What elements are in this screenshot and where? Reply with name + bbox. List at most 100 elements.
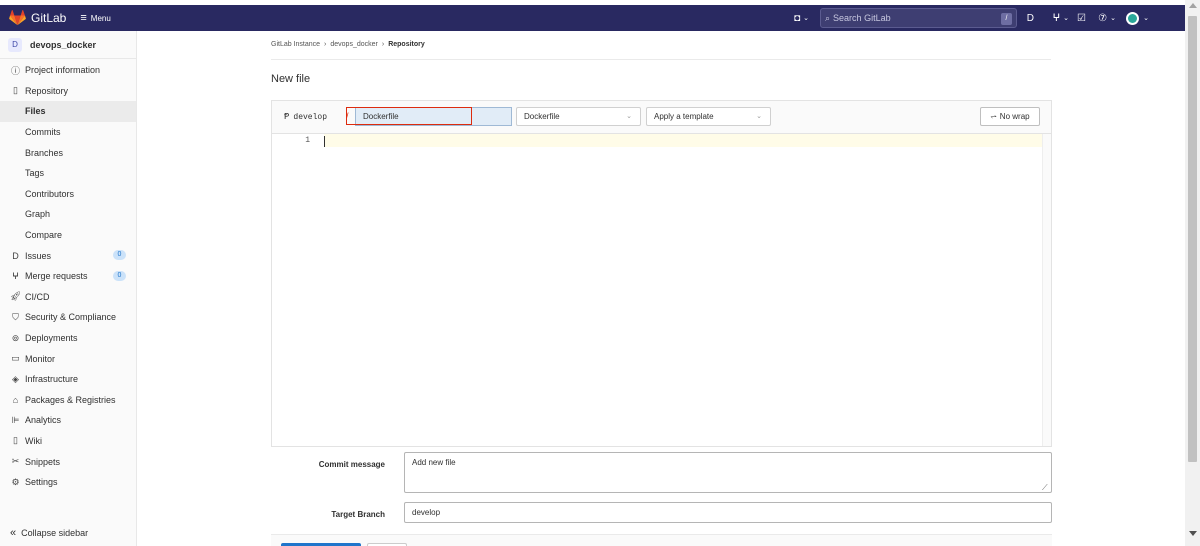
sidebar-item-label: Issues: [25, 250, 52, 261]
sidebar-item-label: Analytics: [25, 415, 62, 426]
sidebar-item-tags[interactable]: Tags: [0, 163, 136, 184]
sidebar-item-files[interactable]: Files: [0, 101, 136, 122]
sidebar-item-label: Tags: [25, 168, 45, 179]
sidebar-item-label: Deployments: [25, 333, 78, 344]
shield-icon: ⛉: [12, 311, 19, 322]
page-scrollbar[interactable]: [1185, 0, 1200, 546]
target-branch-input[interactable]: [404, 502, 1052, 523]
issues-count-badge: 0: [113, 250, 126, 261]
sidebar-item-label: Settings: [25, 477, 58, 488]
editor-scrollbar[interactable]: [1042, 134, 1051, 446]
search-icon: ⌕: [825, 12, 831, 23]
code-editor[interactable]: 1: [271, 133, 1052, 447]
file-type-select[interactable]: Dockerfile ⌄: [516, 107, 641, 126]
sidebar-item-label: Infrastructure: [25, 374, 79, 385]
file-path-group: /: [346, 107, 512, 126]
branch-indicator: Ᵽ develop: [284, 112, 327, 122]
sidebar-item-label: Contributors: [25, 188, 75, 199]
info-icon: ⓘ: [10, 65, 20, 76]
menu-label: Menu: [90, 13, 111, 23]
sidebar-item-security-compliance[interactable]: ⛉ Security & Compliance: [0, 307, 136, 328]
commit-message-field[interactable]: Add new file: [404, 452, 1052, 493]
active-line-highlight: [324, 134, 1042, 147]
no-wrap-label: No wrap: [999, 112, 1030, 121]
text-cursor: [324, 136, 325, 147]
template-select[interactable]: Apply a template ⌄: [646, 107, 771, 126]
sidebar-item-graph[interactable]: Graph: [0, 204, 136, 225]
sidebar-item-label: Snippets: [25, 456, 61, 467]
sidebar-item-issues[interactable]: D Issues 0: [0, 245, 136, 266]
page-title: New file: [271, 73, 311, 85]
sidebar-item-repository[interactable]: ▯ Repository: [0, 81, 136, 102]
help-icon[interactable]: ⑦ ⌄: [1098, 13, 1116, 24]
todo-icon[interactable]: ☑: [1077, 13, 1086, 24]
chevron-right-icon: ›: [324, 41, 327, 48]
sidebar-item-label: Security & Compliance: [25, 312, 117, 323]
branch-icon: Ᵽ: [284, 112, 290, 122]
merge-requests-count-badge: 0: [113, 270, 126, 281]
book-icon: ▯: [13, 435, 18, 446]
top-navbar: GitLab ≡ Menu ◘⌄ ⌕ / D ⵖ⌄ ☑ ⑦⌄ ⌄: [0, 5, 1185, 31]
sidebar-project-header[interactable]: D devops_docker: [0, 31, 136, 59]
scrollbar-thumb[interactable]: [1188, 16, 1197, 462]
search-shortcut-hint: /: [1001, 13, 1012, 25]
editor-gutter: 1: [272, 134, 324, 446]
resize-handle-icon[interactable]: ⟋: [1042, 483, 1048, 493]
project-name: devops_docker: [30, 39, 97, 50]
sidebar-item-snippets[interactable]: ✂ Snippets: [0, 451, 136, 472]
sidebar-item-compare[interactable]: Compare: [0, 225, 136, 246]
sidebar-item-deployments[interactable]: ⊚ Deployments: [0, 328, 136, 349]
sidebar-item-label: Compare: [25, 230, 63, 241]
merge-request-icon[interactable]: ⵖ ⌄: [1053, 13, 1069, 24]
scroll-down-arrow-icon[interactable]: [1189, 531, 1197, 536]
sidebar-item-label: Monitor: [25, 353, 56, 364]
sidebar-item-label: Commits: [25, 127, 61, 138]
breadcrumb-item[interactable]: devops_docker: [330, 41, 377, 48]
branch-name: develop: [293, 112, 328, 122]
double-chevron-left-icon: «: [10, 527, 17, 539]
sidebar-item-project-information[interactable]: ⓘ Project information: [0, 60, 136, 81]
sidebar-item-contributors[interactable]: Contributors: [0, 184, 136, 205]
gitlab-logo[interactable]: GitLab: [9, 10, 66, 26]
sidebar-item-label: Merge requests: [25, 271, 88, 282]
sidebar-item-ci-cd[interactable]: 🚀︎ CI/CD: [0, 287, 136, 308]
no-wrap-button[interactable]: ⥋ No wrap: [980, 107, 1040, 126]
editor-header: Ᵽ develop / Dockerfile ⌄ Apply a templat…: [271, 100, 1052, 133]
sidebar-item-label: Wiki: [25, 435, 42, 446]
template-placeholder: Apply a template: [654, 112, 714, 121]
collapse-sidebar-button[interactable]: « Collapse sidebar: [10, 527, 88, 539]
issues-icon[interactable]: D: [1027, 13, 1034, 24]
menu-button[interactable]: ≡ Menu: [80, 12, 110, 24]
sidebar-item-merge-requests[interactable]: ⵖ Merge requests 0: [0, 266, 136, 287]
sidebar-item-monitor[interactable]: ▭ Monitor: [0, 348, 136, 369]
wrap-icon: ⥋: [990, 111, 997, 121]
path-separator: /: [346, 111, 349, 121]
sidebar-item-label: Files: [25, 106, 46, 117]
sidebar-item-branches[interactable]: Branches: [0, 142, 136, 163]
sidebar-item-commits[interactable]: Commits: [0, 122, 136, 143]
repo-icon: ▯: [13, 85, 18, 96]
search-input[interactable]: [833, 13, 994, 23]
merge-request-icon: ⵖ: [12, 270, 19, 281]
file-type-value: Dockerfile: [524, 112, 560, 121]
user-avatar[interactable]: ⌄: [1126, 11, 1149, 25]
rocket-icon: 🚀︎: [10, 291, 22, 302]
sidebar-item-settings[interactable]: ⚙ Settings: [0, 472, 136, 493]
file-name-input[interactable]: [355, 107, 512, 126]
breadcrumb-current[interactable]: Repository: [388, 41, 425, 48]
target-branch-label: Target Branch: [331, 510, 385, 519]
sidebar-item-infrastructure[interactable]: ◈ Infrastructure: [0, 369, 136, 390]
cloud-icon: ◈: [12, 373, 19, 384]
search-box[interactable]: ⌕ /: [820, 8, 1017, 28]
sidebar-item-packages-registries[interactable]: ⌂ Packages & Registries: [0, 390, 136, 411]
breadcrumb-item[interactable]: GitLab Instance: [271, 41, 320, 48]
sidebar-item-analytics[interactable]: ⊫ Analytics: [0, 410, 136, 431]
issues-icon: D: [12, 250, 19, 261]
scroll-up-arrow-icon[interactable]: [1189, 3, 1197, 8]
project-avatar: D: [8, 37, 22, 52]
breadcrumb: GitLab Instance › devops_docker › Reposi…: [271, 41, 429, 48]
chevron-down-icon: ⌄: [626, 113, 632, 120]
sidebar-item-label: Packages & Registries: [25, 394, 116, 405]
plus-square-icon[interactable]: ◘ ⌄: [794, 13, 809, 24]
sidebar-item-wiki[interactable]: ▯ Wiki: [0, 431, 136, 452]
